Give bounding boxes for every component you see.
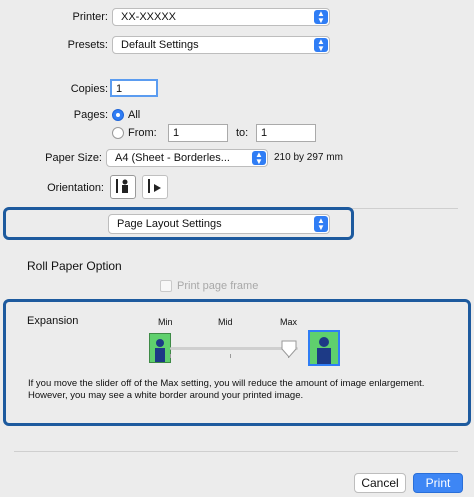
paper-size-popup[interactable]: A4 (Sheet - Borderles... ▲ ▼ (106, 149, 268, 167)
panel-menu-popup[interactable]: Page Layout Settings ▲ ▼ (108, 214, 330, 234)
print-button[interactable]: Print (413, 473, 463, 493)
separator (14, 451, 458, 452)
presets-label: Presets: (67, 39, 108, 51)
panel-menu-value: Page Layout Settings (117, 218, 222, 230)
max-expansion-image-icon (308, 330, 340, 366)
cancel-button[interactable]: Cancel (354, 473, 406, 493)
popup-arrows-icon: ▲ ▼ (314, 10, 328, 25)
portrait-orientation-icon (116, 179, 128, 193)
slider-tick (230, 354, 231, 358)
expansion-min-label: Min (158, 317, 173, 327)
pages-to-label: to: (236, 127, 249, 139)
copies-field[interactable]: 1 (110, 79, 158, 97)
expansion-mid-label: Mid (218, 317, 233, 327)
pages-to-field[interactable]: 1 (256, 124, 316, 142)
pages-from-radio[interactable] (112, 127, 124, 139)
printer-value: XX-XXXXX (121, 11, 177, 23)
popup-arrows-icon: ▲ ▼ (314, 216, 328, 232)
pages-from-field[interactable]: 1 (168, 124, 228, 142)
slider-track (170, 347, 298, 350)
pages-from-label: From: (128, 127, 157, 139)
popup-arrows-icon: ▲ ▼ (314, 38, 328, 53)
expansion-slider[interactable] (170, 340, 298, 362)
orientation-label: Orientation: (47, 182, 104, 194)
expansion-max-label: Max (280, 317, 298, 327)
pages-all-radio[interactable] (112, 109, 124, 121)
min-expansion-image-icon (149, 333, 171, 363)
expansion-note: If you move the slider off of the Max se… (28, 378, 425, 401)
presets-popup[interactable]: Default Settings ▲ ▼ (112, 36, 330, 54)
pages-all-label: All (128, 109, 141, 121)
copies-label: Copies: (70, 83, 108, 95)
printer-popup[interactable]: XX-XXXXX ▲ ▼ (112, 8, 330, 26)
slider-thumb[interactable] (281, 340, 297, 358)
landscape-orientation-icon (148, 179, 161, 193)
expansion-label: Expansion (27, 315, 79, 327)
slider-tick (170, 354, 171, 358)
paper-dimensions: 210 by 297 mm (274, 152, 343, 163)
paper-size-label: Paper Size: (45, 152, 102, 164)
landscape-orientation-button[interactable] (142, 175, 168, 199)
paper-size-value: A4 (Sheet - Borderles... (115, 152, 230, 164)
pages-label: Pages: (73, 109, 108, 121)
popup-arrows-icon: ▲ ▼ (252, 151, 266, 166)
print-frame-label: Print page frame (177, 280, 259, 292)
printer-label: Printer: (72, 11, 108, 23)
print-frame-checkbox[interactable] (160, 280, 172, 292)
roll-paper-heading: Roll Paper Option (27, 259, 122, 273)
portrait-orientation-button[interactable] (110, 175, 136, 199)
presets-value: Default Settings (121, 39, 199, 51)
